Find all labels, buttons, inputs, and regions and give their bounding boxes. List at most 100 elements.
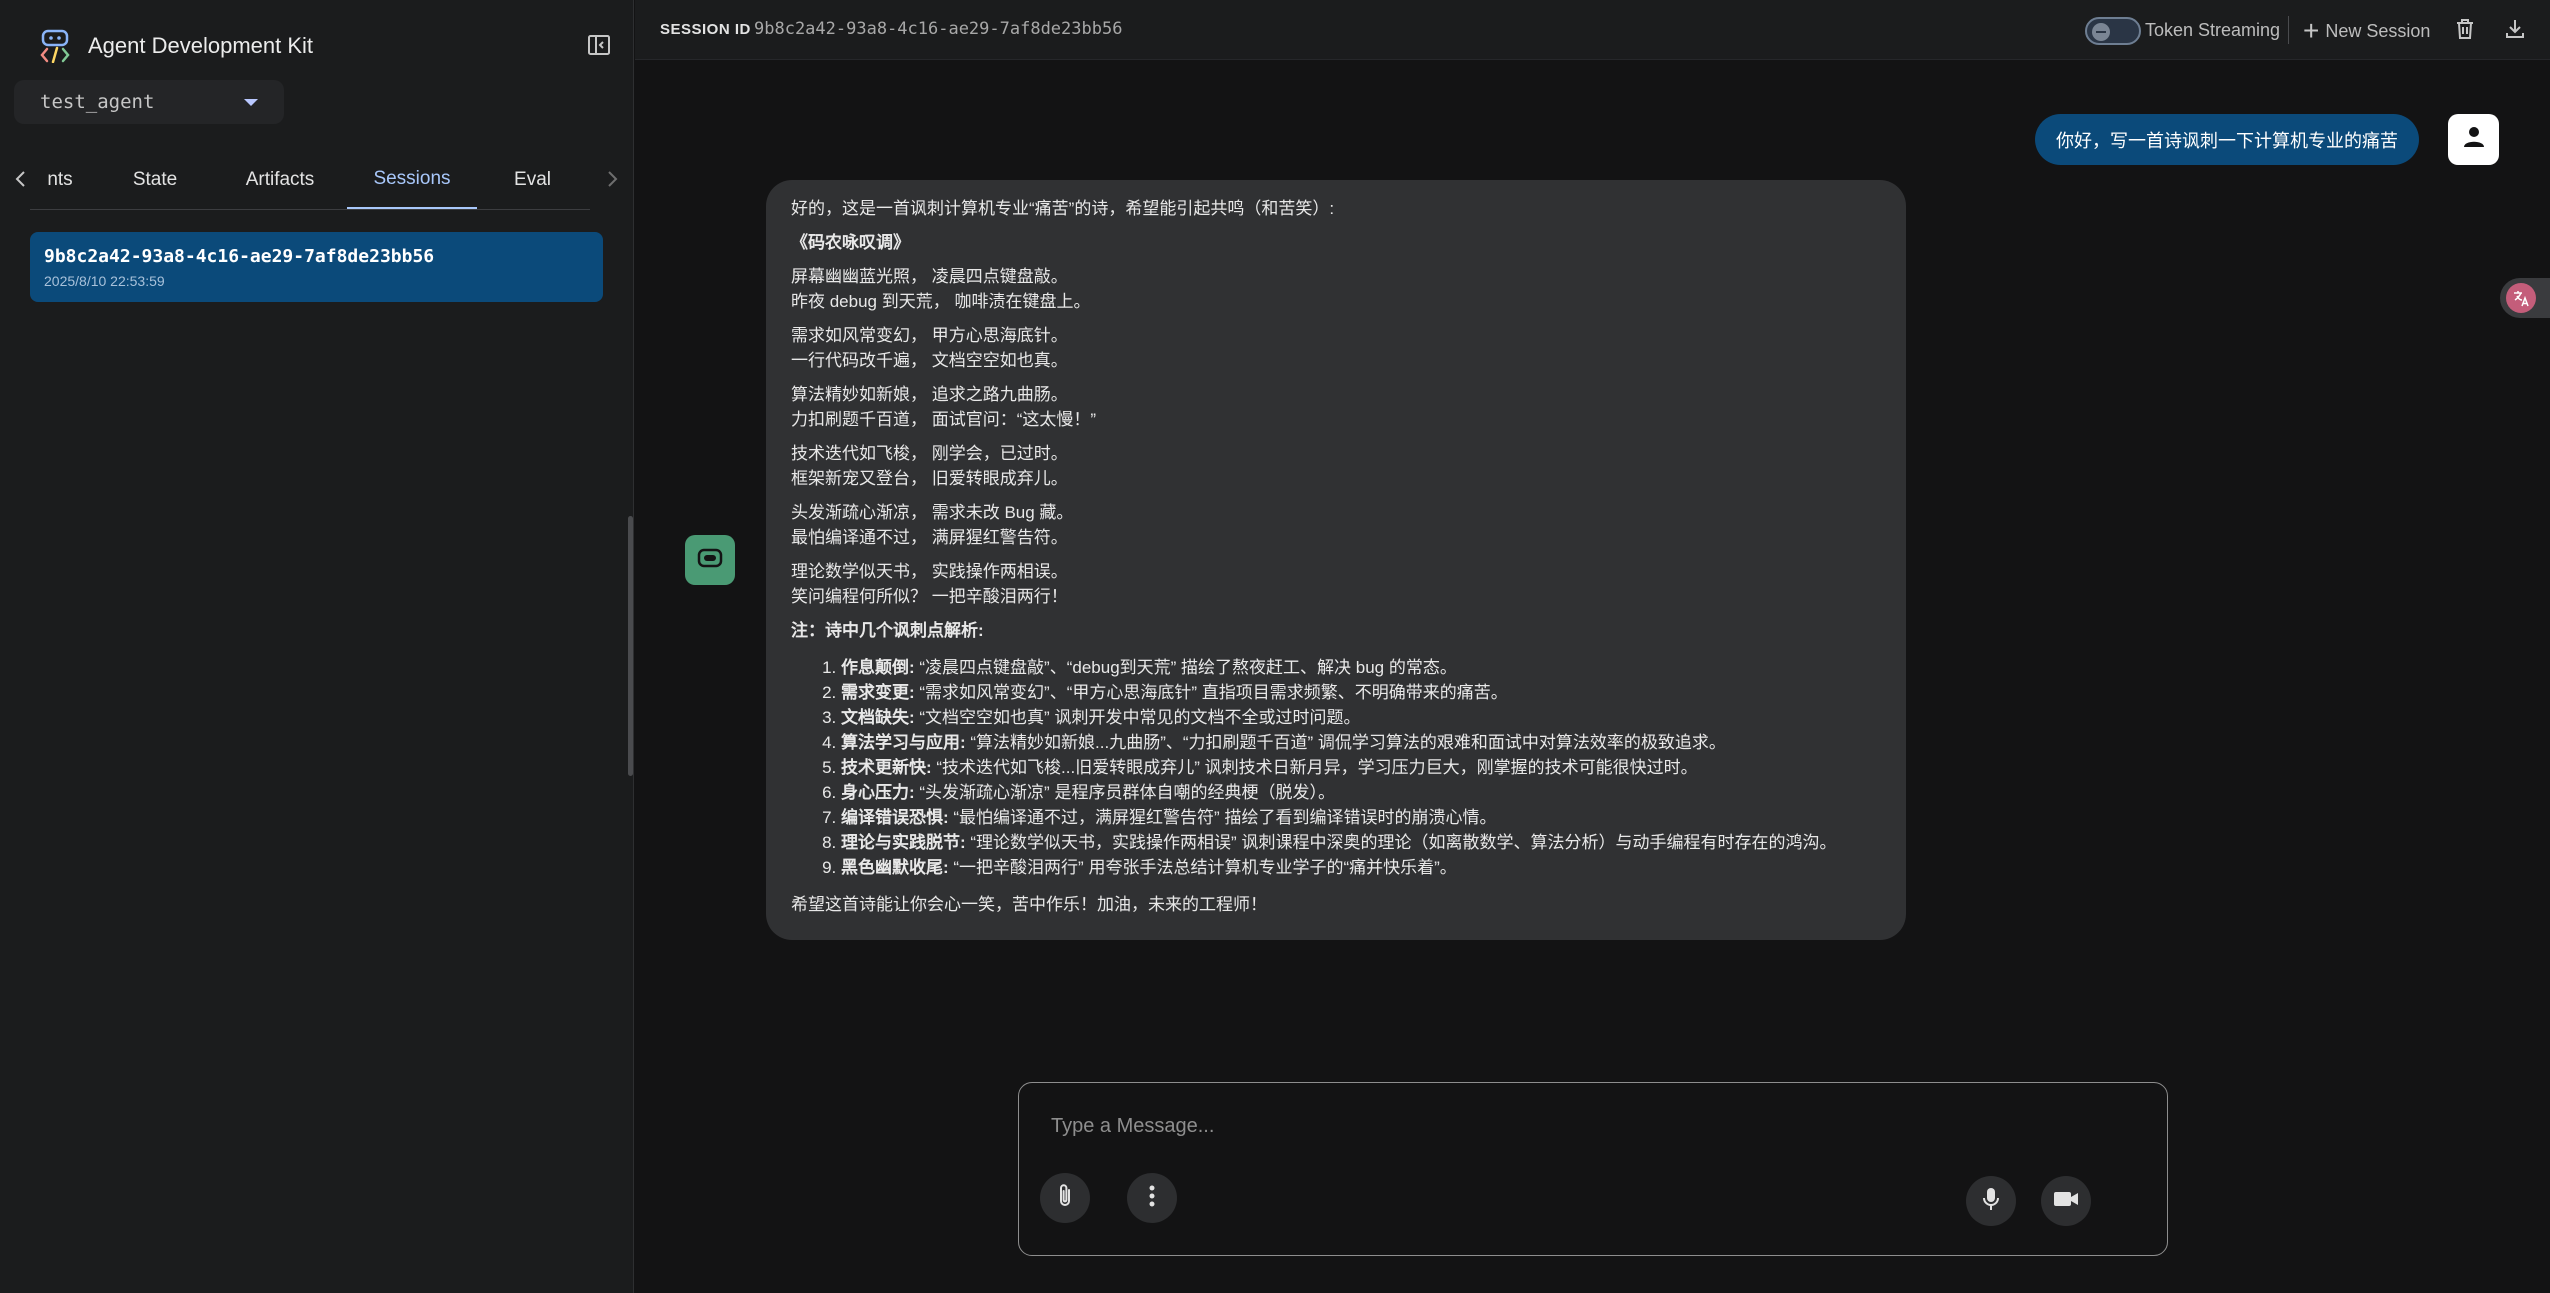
chevron-left-icon [13,169,29,194]
bot-intro: 好的，这是一首讽刺计算机专业“痛苦”的诗，希望能引起共鸣（和苦笑）: [791,199,1335,218]
tab-artifacts[interactable]: Artifacts [230,150,330,210]
poem-line: 屏幕幽幽蓝光照， 凌晨四点键盘敲。 [791,267,1068,286]
note-term: 作息颠倒: [841,658,915,677]
poem-line: 力扣刷题千百道， 面试官问：“这太慢！” [791,410,1097,429]
note-text: “技术迭代如飞梭...旧爱转眼成弃儿” 讽刺技术日新月异，学习压力巨大，刚掌握的… [931,758,1698,777]
download-button[interactable] [2499,15,2531,47]
poem-line: 技术迭代如飞梭， 刚学会，已过时。 [791,444,1068,463]
message-composer[interactable]: Type a Message... [1018,1082,2168,1256]
toolbar-divider [2288,16,2289,44]
note-item: 身心压力: “头发渐疏心渐凉” 是程序员群体自嘲的经典梗（脱发）。 [841,780,1881,805]
poem-line: 最怕编译通不过， 满屏猩红警告符。 [791,528,1068,547]
tab-state[interactable]: State [120,150,190,210]
sidebar-collapse-icon [587,33,611,62]
poem-line: 理论数学似天书， 实践操作两相误。 [791,562,1068,581]
chevron-right-icon [604,169,620,194]
poem-line: 昨夜 debug 到天荒， 咖啡渍在键盘上。 [791,292,1091,311]
new-session-label: New Session [2325,20,2431,41]
poem-stanza: 算法精妙如新娘， 追求之路九曲肠。 力扣刷题千百道， 面试官问：“这太慢！” [791,382,1881,432]
videocam-icon [2053,1190,2079,1213]
note-term: 需求变更: [841,683,915,702]
note-text: “需求如风常变幻”、“甲方心思海底针” 直指项目需求频繁、不明确带来的痛苦。 [914,683,1508,702]
poem-stanza: 技术迭代如飞梭， 刚学会，已过时。 框架新宠又登台， 旧爱转眼成弃儿。 [791,441,1881,491]
token-streaming-label: Token Streaming [2145,20,2281,40]
toggle-knob [2092,23,2110,41]
session-item-date: 2025/8/10 22:53:59 [44,273,165,289]
note-term: 理论与实践脱节: [841,833,966,852]
tab-events[interactable]: nts [40,150,80,210]
token-streaming-toggle[interactable] [2085,17,2141,45]
sidebar-collapse-button[interactable] [584,32,614,62]
session-item-id: 9b8c2a42-93a8-4c16-ae29-7af8de23bb56 [44,246,435,267]
note-term: 算法学习与应用: [841,733,966,752]
poem-line: 需求如风常变幻， 甲方心思海底针。 [791,326,1068,345]
note-text: “头发渐疏心渐凉” 是程序员群体自嘲的经典梗（脱发）。 [914,783,1335,802]
note-term: 身心压力: [841,783,915,802]
sidebar: Agent Development Kit test_agent nts Sta… [0,0,634,1293]
poem-stanza: 需求如风常变幻， 甲方心思海底针。 一行代码改千遍， 文档空空如也真。 [791,323,1881,373]
new-session-button[interactable]: + New Session [2303,16,2430,46]
attach-icon [1054,1183,1076,1214]
note-text: “算法精妙如新娘...九曲肠”、“力扣刷题千百道” 调侃学习算法的艰难和面试中对… [965,733,1726,752]
video-button[interactable] [2041,1176,2091,1226]
app-title: Agent Development Kit [88,33,314,58]
adk-logo-icon [38,29,72,64]
note-text: “凌晨四点键盘敲”、“debug到天荒” 描绘了熬夜赶工、解决 bug 的常态。 [914,658,1457,677]
top-bar: SESSION ID 9b8c2a42-93a8-4c16-ae29-7af8d… [635,0,2550,60]
tab-eval[interactable]: Eval [505,150,560,210]
more-options-button[interactable] [1127,1173,1177,1223]
note-term: 黑色幽默收尾: [841,858,949,877]
sidebar-scrollbar[interactable] [628,516,633,776]
download-icon [2503,17,2527,46]
note-item: 需求变更: “需求如风常变幻”、“甲方心思海底针” 直指项目需求频繁、不明确带来… [841,680,1881,705]
person-icon [2461,124,2487,155]
poem-line: 头发渐疏心渐凉， 需求未改 Bug 藏。 [791,503,1074,522]
tabs-scroll-right-button[interactable] [597,166,627,196]
app-root: Agent Development Kit test_agent nts Sta… [0,0,2550,1293]
bot-icon [696,547,724,574]
user-avatar [2448,114,2499,165]
chevron-down-icon [244,98,258,106]
brand: Agent Development Kit [38,26,313,66]
note-item: 技术更新快: “技术迭代如飞梭...旧爱转眼成弃儿” 讽刺技术日新月异，学习压力… [841,755,1881,780]
more-vert-icon [1149,1185,1155,1212]
poem-stanza: 头发渐疏心渐凉， 需求未改 Bug 藏。 最怕编译通不过， 满屏猩红警告符。 [791,500,1881,550]
message-input[interactable]: Type a Message... [1051,1115,1214,1138]
trash-icon [2454,17,2476,46]
note-item: 编译错误恐惧: “最怕编译通不过，满屏猩红警告符” 描绘了看到编译错误时的崩溃心… [841,805,1881,830]
plus-icon: + [2303,15,2320,46]
delete-session-button[interactable] [2449,15,2481,47]
note-text: “文档空空如也真” 讽刺开发中常见的文档不全或过时问题。 [914,708,1361,727]
poem-line: 算法精妙如新娘， 追求之路九曲肠。 [791,385,1068,404]
sidebar-tabs: nts State Artifacts Sessions Eval [0,150,634,210]
poem-line: 框架新宠又登台， 旧爱转眼成弃儿。 [791,469,1068,488]
tabs-scroll-left-button[interactable] [6,166,36,196]
note-text: “最怕编译通不过，满屏猩红警告符” 描绘了看到编译错误时的崩溃心情。 [948,808,1497,827]
mic-icon [1982,1186,2000,1217]
bot-message-bubble: 好的，这是一首讽刺计算机专业“痛苦”的诗，希望能引起共鸣（和苦笑）: 《码农咏叹… [766,180,1906,940]
attach-button[interactable] [1040,1173,1090,1223]
note-item: 黑色幽默收尾: “一把辛酸泪两行” 用夸张手法总结计算机专业学子的“痛并快乐着”… [841,855,1881,880]
note-text: “一把辛酸泪两行” 用夸张手法总结计算机专业学子的“痛并快乐着”。 [948,858,1457,877]
session-id-value: 9b8c2a42-93a8-4c16-ae29-7af8de23bb56 [754,19,1123,39]
note-item: 理论与实践脱节: “理论数学似天书，实践操作两相误” 讽刺课程中深奥的理论（如离… [841,830,1881,855]
agent-select[interactable]: test_agent [14,80,284,124]
mic-button[interactable] [1966,1176,2016,1226]
note-term: 文档缺失: [841,708,915,727]
note-term: 技术更新快: [841,758,932,777]
poem-title: 《码农咏叹调》 [791,233,910,252]
notes-list: 作息颠倒: “凌晨四点键盘敲”、“debug到天荒” 描绘了熬夜赶工、解决 bu… [841,655,1881,880]
poem-stanza: 理论数学似天书， 实践操作两相误。 笑问编程何所似？ 一把辛酸泪两行！ [791,559,1881,609]
session-list-item[interactable]: 9b8c2a42-93a8-4c16-ae29-7af8de23bb56 202… [30,232,603,302]
note-text: “理论数学似天书，实践操作两相误” 讽刺课程中深奥的理论（如离散数学、算法分析）… [965,833,1837,852]
translate-button[interactable] [2500,278,2550,318]
note-item: 算法学习与应用: “算法精妙如新娘...九曲肠”、“力扣刷题千百道” 调侃学习算… [841,730,1881,755]
note-term: 编译错误恐惧: [841,808,949,827]
note-item: 文档缺失: “文档空空如也真” 讽刺开发中常见的文档不全或过时问题。 [841,705,1881,730]
bot-closing: 希望这首诗能让你会心一笑，苦中作乐！加油，未来的工程师！ [791,895,1267,914]
tab-sessions[interactable]: Sessions [347,150,477,210]
bot-avatar [685,535,735,585]
poem-stanza: 屏幕幽幽蓝光照， 凌晨四点键盘敲。 昨夜 debug 到天荒， 咖啡渍在键盘上。 [791,264,1881,314]
notes-heading-text: 注：诗中几个讽刺点解析: [791,621,984,640]
tabs-divider [30,209,590,210]
